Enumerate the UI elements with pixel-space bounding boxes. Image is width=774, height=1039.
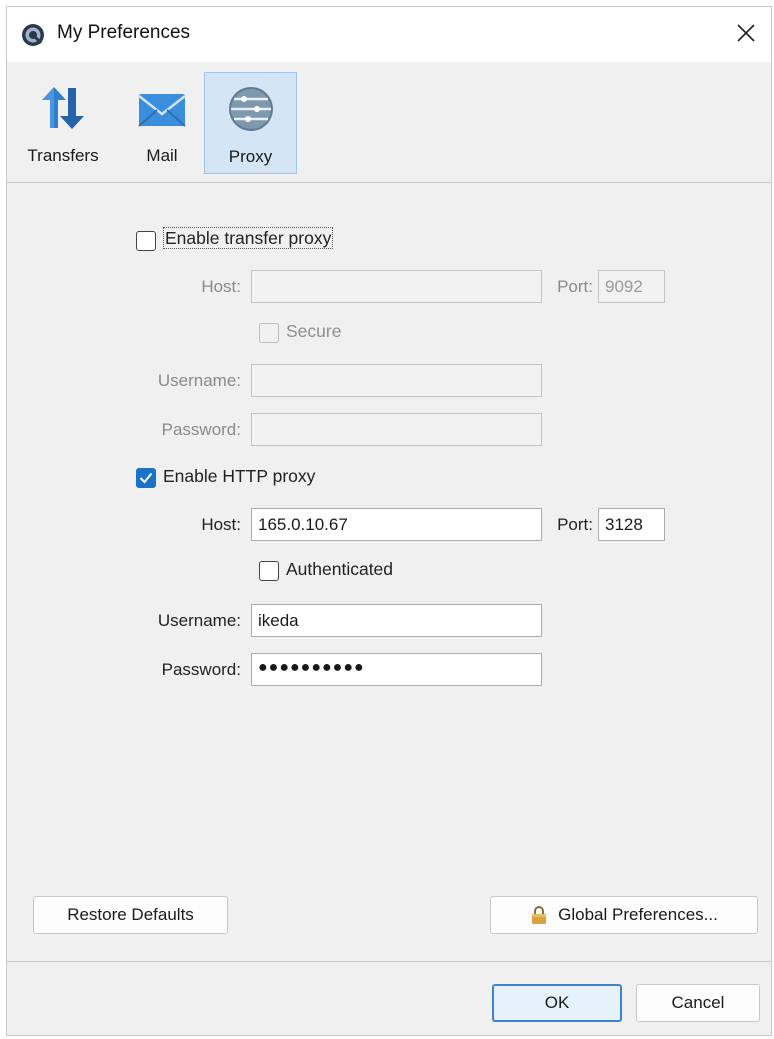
lock-icon (532, 906, 547, 924)
mail-icon (138, 94, 186, 127)
transfers-icon (42, 87, 84, 129)
tab-proxy[interactable]: Proxy (204, 72, 297, 174)
http-host-input[interactable]: 165.0.10.67 (251, 508, 542, 541)
http-port-input[interactable]: 3128 (598, 508, 665, 541)
close-button[interactable] (727, 15, 765, 51)
transfer-username-input[interactable] (251, 364, 542, 397)
transfer-host-input[interactable] (251, 270, 542, 303)
title-bar: My Preferences (7, 7, 771, 62)
restore-defaults-button[interactable]: Restore Defaults (33, 896, 228, 934)
http-password-input[interactable]: ●●●●●●●●●● (251, 653, 542, 686)
transfer-username-label: Username: (157, 371, 241, 390)
http-password-label: Password: (161, 660, 241, 679)
checkmark-icon (139, 472, 153, 484)
transfer-password-input[interactable] (251, 413, 542, 446)
footer-divider (7, 961, 771, 962)
enable-transfer-proxy-text: Enable transfer proxy (163, 227, 334, 249)
http-port-label: Port: (557, 515, 593, 534)
cancel-button[interactable]: Cancel (636, 984, 760, 1022)
authenticated-label[interactable]: Authenticated (286, 559, 393, 580)
global-preferences-label: Global Preferences... (558, 905, 718, 924)
cancel-label: Cancel (671, 993, 725, 1012)
enable-transfer-proxy-checkbox[interactable] (136, 231, 156, 251)
enable-transfer-proxy-label[interactable]: Enable transfer proxy (163, 227, 334, 249)
tab-transfers[interactable]: Transfers (11, 72, 115, 174)
preferences-toolbar: Transfers Mail Proxy (7, 62, 771, 183)
window-title: My Preferences (57, 22, 191, 43)
http-username-input[interactable]: ikeda (251, 604, 542, 637)
app-icon (22, 24, 44, 46)
tab-mail[interactable]: Mail (121, 72, 203, 174)
tab-proxy-label: Proxy (228, 147, 273, 166)
secure-label: Secure (286, 321, 342, 341)
tab-mail-label: Mail (146, 146, 178, 165)
tab-transfers-label: Transfers (27, 146, 99, 165)
preferences-window: My Preferences Transfers Mail Proxy Enab… (6, 6, 772, 1036)
restore-defaults-label: Restore Defaults (67, 905, 194, 924)
enable-http-proxy-checkbox[interactable] (136, 468, 156, 488)
ok-label: OK (544, 993, 570, 1012)
enable-http-proxy-label[interactable]: Enable HTTP proxy (163, 466, 315, 487)
transfer-port-label: Port: (557, 277, 593, 296)
close-icon (737, 24, 755, 42)
authenticated-checkbox[interactable] (259, 561, 279, 581)
proxy-icon (228, 87, 273, 131)
transfer-password-label: Password: (161, 420, 241, 439)
ok-button[interactable]: OK (492, 984, 622, 1022)
transfer-host-label: Host: (201, 277, 241, 296)
global-preferences-button[interactable]: Global Preferences... (490, 896, 758, 934)
http-username-label: Username: (157, 611, 241, 630)
secure-checkbox[interactable] (259, 323, 279, 343)
http-host-label: Host: (201, 515, 241, 534)
transfer-port-input[interactable]: 9092 (598, 270, 665, 303)
